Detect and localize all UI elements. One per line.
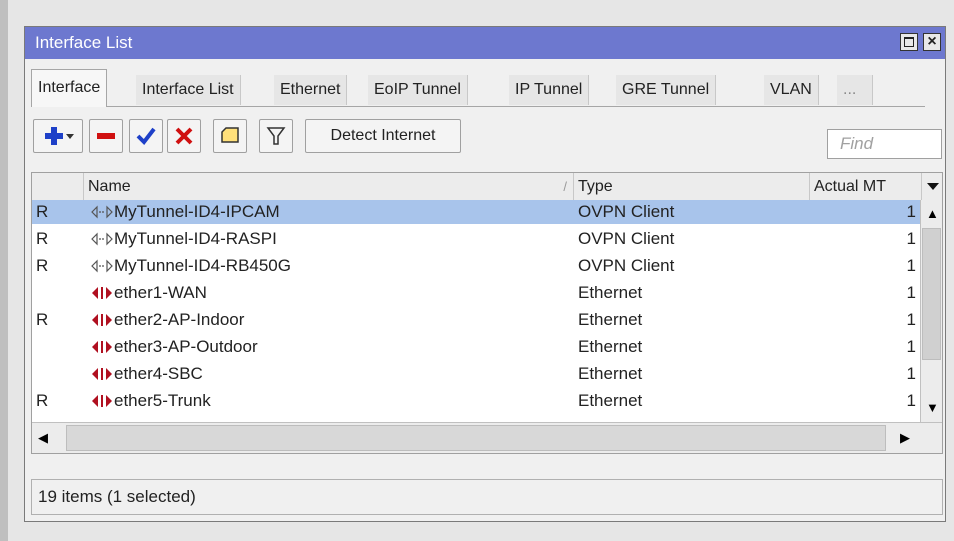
window-title: Interface List [35, 33, 133, 52]
ovpn-icon [91, 232, 113, 246]
interface-list-window: Interface List × Interface Interface Lis… [24, 26, 946, 522]
horizontal-scrollbar[interactable]: ◀ ▶ [32, 422, 942, 453]
x-icon [175, 127, 193, 145]
tab-bar: Interface Interface List Ethernet EoIP T… [31, 69, 925, 107]
row-flag: R [36, 256, 49, 275]
scroll-left-icon[interactable]: ◀ [38, 430, 48, 446]
scroll-right-icon[interactable]: ▶ [900, 430, 910, 446]
minus-icon [97, 133, 115, 139]
filter-icon [266, 127, 286, 145]
row-type: Ethernet [578, 310, 643, 329]
row-mtu: 1 [906, 202, 916, 221]
row-mtu: 1 [906, 283, 916, 302]
disable-button[interactable] [167, 119, 201, 153]
tab-vlan[interactable]: VLAN [764, 75, 819, 105]
row-name: ether3-AP-Outdoor [114, 337, 258, 356]
table-row[interactable]: R MyTunnel-ID4-RASPI OVPN Client 1 [32, 227, 922, 251]
column-menu-button[interactable] [922, 173, 942, 200]
row-name: ether5-Trunk [114, 391, 211, 410]
ovpn-icon [91, 259, 113, 273]
table-header: Name / Type Actual MT [32, 173, 942, 201]
tab-ethernet[interactable]: Ethernet [274, 75, 348, 105]
ethernet-icon [92, 314, 112, 326]
interface-table: Name / Type Actual MT R MyTunnel-ID4-IPCA… [31, 172, 943, 454]
row-type: Ethernet [578, 364, 643, 383]
status-bar: 19 items (1 selected) [31, 479, 943, 515]
row-type: Ethernet [578, 337, 643, 356]
row-mtu: 1 [906, 391, 916, 410]
type-column-header[interactable]: Type [574, 173, 810, 200]
note-icon [221, 127, 239, 143]
row-flag: R [36, 202, 49, 221]
row-flag [36, 362, 80, 386]
row-name: MyTunnel-ID4-RB450G [114, 256, 291, 275]
detect-internet-button[interactable]: Detect Internet [305, 119, 461, 153]
tab-gre-tunnel[interactable]: GRE Tunnel [616, 75, 717, 105]
sort-indicator: / [563, 179, 567, 194]
tab-divider [31, 106, 925, 107]
row-type: OVPN Client [578, 229, 675, 248]
row-name: ether1-WAN [114, 283, 207, 302]
ovpn-icon [91, 205, 113, 219]
chevron-down-icon [927, 183, 939, 190]
row-flag: R [36, 310, 49, 329]
name-column-header[interactable]: Name / [84, 173, 574, 200]
ethernet-icon [92, 341, 112, 353]
vertical-scrollbar[interactable]: ▲ ▼ [920, 200, 942, 422]
table-row[interactable]: Rether2-AP-Indoor Ethernet 1 [32, 308, 922, 332]
comment-button[interactable] [213, 119, 247, 153]
ethernet-icon [92, 395, 112, 407]
tab-more[interactable]: ... [837, 75, 873, 105]
name-header-label: Name [88, 178, 131, 195]
table-row[interactable]: ether4-SBC Ethernet 1 [32, 362, 922, 386]
add-button[interactable] [33, 119, 83, 153]
tab-eoip-tunnel[interactable]: EoIP Tunnel [368, 75, 468, 105]
row-name: ether4-SBC [114, 364, 203, 383]
mtu-column-header[interactable]: Actual MT [810, 173, 922, 200]
table-row[interactable]: Rether5-Trunk Ethernet 1 [32, 389, 922, 413]
window-titlebar[interactable]: Interface List × [25, 27, 945, 59]
row-mtu: 1 [906, 310, 916, 329]
scroll-up-icon[interactable]: ▲ [926, 206, 939, 221]
vertical-scroll-thumb[interactable] [922, 228, 941, 360]
horizontal-scroll-thumb[interactable] [66, 425, 886, 451]
row-type: Ethernet [578, 283, 643, 302]
find-input[interactable]: Find [827, 129, 942, 159]
row-mtu: 1 [906, 364, 916, 383]
table-row[interactable]: ether1-WAN Ethernet 1 [32, 281, 922, 305]
check-icon [136, 127, 156, 146]
flag-column-header[interactable] [32, 173, 84, 200]
plus-dropdown-icon [45, 127, 74, 145]
row-flag [36, 281, 80, 305]
row-flag [36, 335, 80, 359]
filter-button[interactable] [259, 119, 293, 153]
toolbar: Detect Internet [33, 119, 945, 155]
row-type: Ethernet [578, 391, 643, 410]
table-row[interactable]: ether3-AP-Outdoor Ethernet 1 [32, 335, 922, 359]
table-row[interactable]: R MyTunnel-ID4-IPCAM OVPN Client 1 [32, 200, 922, 224]
remove-button[interactable] [89, 119, 123, 153]
maximize-button[interactable] [900, 33, 918, 51]
row-name: MyTunnel-ID4-IPCAM [114, 202, 280, 221]
close-button[interactable]: × [923, 33, 941, 51]
table-row[interactable]: R MyTunnel-ID4-RB450G OVPN Client 1 [32, 254, 922, 278]
tab-ip-tunnel[interactable]: IP Tunnel [509, 75, 590, 105]
ethernet-icon [92, 287, 112, 299]
row-flag: R [36, 391, 49, 410]
tab-interface[interactable]: Interface [31, 69, 108, 107]
row-name: ether2-AP-Indoor [114, 310, 245, 329]
row-type: OVPN Client [578, 202, 675, 221]
scroll-down-icon[interactable]: ▼ [926, 400, 939, 415]
row-mtu: 1 [906, 229, 916, 248]
row-mtu: 1 [906, 337, 916, 356]
tab-interface-list[interactable]: Interface List [136, 75, 241, 105]
ethernet-icon [92, 368, 112, 380]
row-flag: R [36, 229, 49, 248]
row-mtu: 1 [906, 256, 916, 275]
enable-button[interactable] [129, 119, 163, 153]
row-type: OVPN Client [578, 256, 675, 275]
row-name: MyTunnel-ID4-RASPI [114, 229, 277, 248]
